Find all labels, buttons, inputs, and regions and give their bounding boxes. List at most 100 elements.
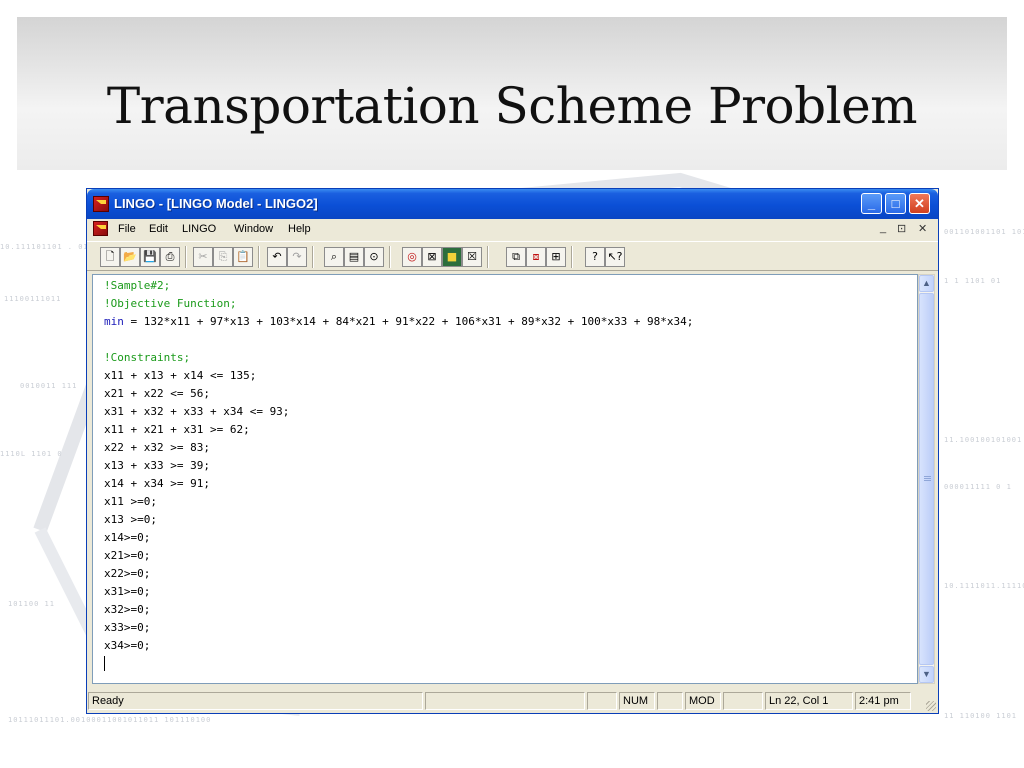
print-icon[interactable]: ⎙ bbox=[160, 247, 180, 267]
mdi-restore-button[interactable]: ⊡ bbox=[897, 222, 906, 235]
window-titlebar[interactable]: LINGO - [LINGO Model - LINGO2] _ □ ✕ bbox=[87, 189, 938, 219]
code-line: !Objective Function; bbox=[104, 297, 236, 311]
scroll-up-button[interactable]: ▲ bbox=[919, 275, 934, 292]
status-bar: Ready NUM MOD Ln 22, Col 1 2:41 pm bbox=[87, 689, 938, 713]
background-texture: 10.1111011.11110 bbox=[944, 582, 1024, 590]
background-texture: 101100 11 bbox=[8, 600, 55, 608]
background-texture: 1 1 1101 01 bbox=[944, 277, 1002, 285]
code-line: !Constraints; bbox=[104, 351, 190, 365]
background-texture: 1110L 1101 0 bbox=[0, 450, 63, 458]
status-mod: MOD bbox=[685, 692, 721, 710]
save-icon[interactable]: 💾 bbox=[140, 247, 160, 267]
code-line: x21 + x22 <= 56; bbox=[104, 387, 210, 401]
toolbar-separator bbox=[185, 246, 187, 268]
code-line: x34>=0; bbox=[104, 639, 150, 653]
code-text: x13 + x33 >= 39; bbox=[104, 459, 210, 472]
code-text: = 132*x11 + 97*x13 + 103*x14 + 84*x21 + … bbox=[123, 315, 694, 328]
paste-icon[interactable]: 📋 bbox=[233, 247, 253, 267]
solve-icon[interactable]: ◎ bbox=[402, 247, 422, 267]
code-text: x34>=0; bbox=[104, 639, 151, 652]
code-line: x22>=0; bbox=[104, 567, 150, 581]
code-text: x21 + x22 <= 56; bbox=[104, 387, 210, 400]
send-to-back-icon[interactable]: ⧈ bbox=[526, 247, 546, 267]
context-help-icon[interactable]: ↖? bbox=[605, 247, 625, 267]
maximize-button[interactable]: □ bbox=[885, 193, 906, 214]
window-title: LINGO - [LINGO Model - LINGO2] bbox=[114, 196, 318, 211]
undo-icon[interactable]: ↶ bbox=[267, 247, 287, 267]
lingo-window: LINGO - [LINGO Model - LINGO2] _ □ ✕ Fil… bbox=[86, 188, 939, 714]
code-line: x11 + x13 + x14 <= 135; bbox=[104, 369, 256, 383]
help-icon[interactable]: ? bbox=[585, 247, 605, 267]
code-line: !Sample#2; bbox=[104, 279, 170, 293]
redo-icon[interactable]: ↷ bbox=[287, 247, 307, 267]
resize-grip[interactable] bbox=[926, 701, 936, 711]
toolbar-separator bbox=[389, 246, 391, 268]
comment-text: !Constraints; bbox=[104, 351, 191, 364]
thumb-grip bbox=[924, 478, 931, 479]
menu-lingo[interactable]: LINGO bbox=[182, 223, 216, 235]
background-texture: 10.111101101 . 0111 bbox=[0, 243, 100, 251]
slide-title: Transportation Scheme Problem bbox=[106, 77, 918, 135]
menu-help[interactable]: Help bbox=[288, 223, 311, 235]
matrix-picture-icon[interactable]: ■ bbox=[442, 247, 462, 267]
mdi-minimize-button[interactable]: _ bbox=[880, 222, 886, 234]
background-texture: 10111011101.00100011001011011 101110100 bbox=[8, 716, 212, 724]
close-button[interactable]: ✕ bbox=[909, 193, 930, 214]
code-text: x14 + x34 >= 91; bbox=[104, 477, 210, 490]
code-text: x33>=0; bbox=[104, 621, 151, 634]
background-texture: 11100111011 bbox=[4, 295, 62, 303]
code-line: x14>=0; bbox=[104, 531, 150, 545]
find-icon[interactable]: ⌕ bbox=[324, 247, 344, 267]
solution-icon[interactable]: ⊠ bbox=[422, 247, 442, 267]
code-line: x11 >=0; bbox=[104, 495, 157, 509]
toolbar-separator bbox=[571, 246, 573, 268]
code-line: min = 132*x11 + 97*x13 + 103*x14 + 84*x2… bbox=[104, 315, 693, 329]
code-text: x22 + x32 >= 83; bbox=[104, 441, 210, 454]
code-text: x11 >=0; bbox=[104, 495, 157, 508]
status-empty-panel bbox=[657, 692, 683, 710]
status-empty-panel bbox=[723, 692, 763, 710]
document-icon[interactable] bbox=[93, 221, 108, 236]
background-texture: 0010011 111 bbox=[20, 382, 78, 390]
background-texture: 001101001101 101 bbox=[944, 228, 1024, 236]
scroll-thumb[interactable] bbox=[919, 293, 934, 665]
comment-text: !Sample#2; bbox=[104, 279, 171, 292]
status-message: Ready bbox=[88, 692, 423, 710]
code-text: x32>=0; bbox=[104, 603, 151, 616]
background-texture: 000011111 0 1 bbox=[944, 483, 1012, 491]
goto-line-icon[interactable]: ▤ bbox=[344, 247, 364, 267]
match-parenthesis-icon[interactable]: ⊙ bbox=[364, 247, 384, 267]
mdi-close-button[interactable]: ✕ bbox=[918, 222, 927, 235]
minimize-button[interactable]: _ bbox=[861, 193, 882, 214]
toolbar-separator bbox=[487, 246, 489, 268]
toolbar-separator bbox=[258, 246, 260, 268]
cascade-icon[interactable]: ⊞ bbox=[546, 247, 566, 267]
menu-file[interactable]: File bbox=[118, 223, 136, 235]
code-line: x31>=0; bbox=[104, 585, 150, 599]
code-line: x21>=0; bbox=[104, 549, 150, 563]
code-line: x14 + x34 >= 91; bbox=[104, 477, 210, 491]
lingo-app-icon[interactable] bbox=[93, 196, 109, 212]
tile-icon[interactable]: ⧉ bbox=[506, 247, 526, 267]
scroll-down-button[interactable]: ▼ bbox=[919, 666, 934, 683]
new-icon[interactable]: 🗋 bbox=[100, 247, 120, 267]
menu-window[interactable]: Window bbox=[234, 223, 273, 235]
keyword-text: min bbox=[104, 315, 124, 328]
code-line: x13 >=0; bbox=[104, 513, 157, 527]
code-editor[interactable]: !Sample#2; !Objective Function; min = 132*… bbox=[92, 274, 918, 684]
copy-icon[interactable]: ⎘ bbox=[213, 247, 233, 267]
status-num: NUM bbox=[619, 692, 655, 710]
code-text: x21>=0; bbox=[104, 549, 151, 562]
status-empty-panel bbox=[587, 692, 617, 710]
code-text: x13 >=0; bbox=[104, 513, 157, 526]
code-line: x22 + x32 >= 83; bbox=[104, 441, 210, 455]
open-icon[interactable]: 📂 bbox=[120, 247, 140, 267]
code-line: x33>=0; bbox=[104, 621, 150, 635]
close-all-icon[interactable]: ☒ bbox=[462, 247, 482, 267]
status-cursor-position: Ln 22, Col 1 bbox=[765, 692, 853, 710]
code-text: x11 + x13 + x14 <= 135; bbox=[104, 369, 257, 382]
vertical-scrollbar[interactable]: ▲ ▼ bbox=[918, 274, 935, 684]
cut-icon[interactable]: ✂ bbox=[193, 247, 213, 267]
menu-edit[interactable]: Edit bbox=[149, 223, 168, 235]
code-line: x11 + x21 + x31 >= 62; bbox=[104, 423, 250, 437]
